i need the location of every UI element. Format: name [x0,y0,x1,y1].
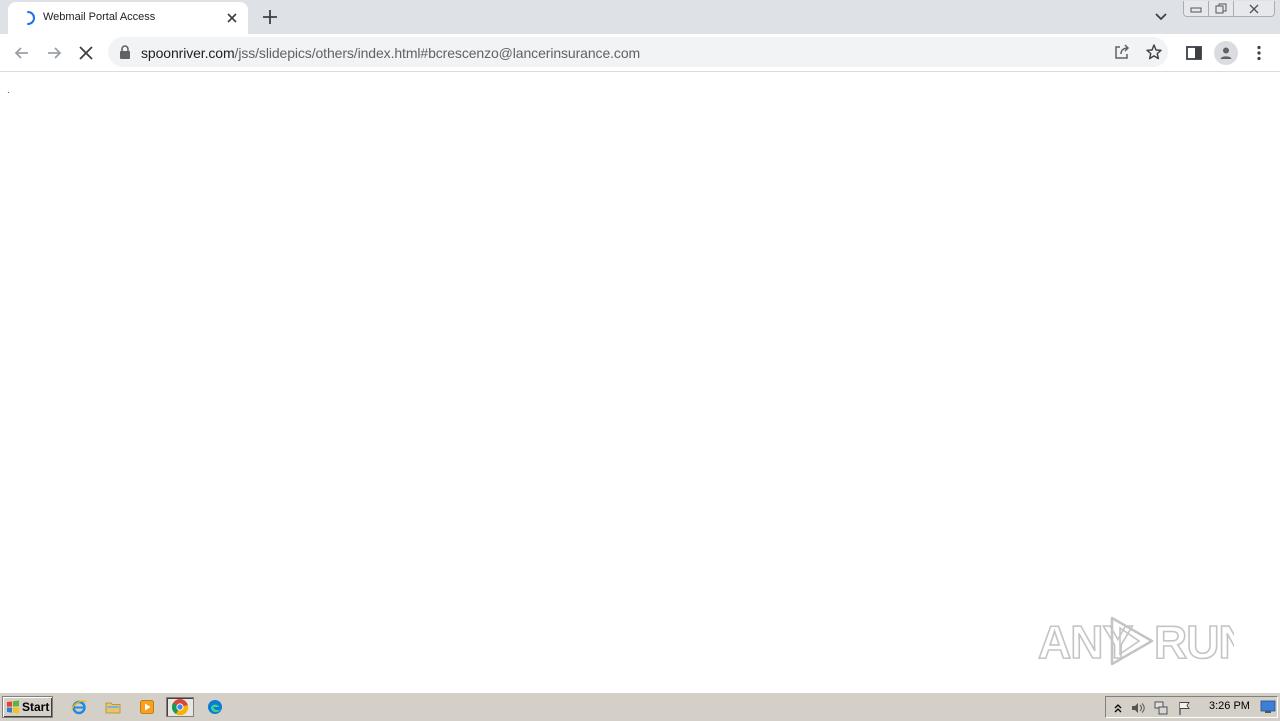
browser-toolbar: spoonriver.com/jss/slidepics/others/inde… [0,34,1280,72]
profile-avatar[interactable] [1214,41,1238,65]
chevron-down-icon[interactable] [1152,9,1170,25]
taskbar-clock[interactable]: 3:26 PM [1209,700,1250,712]
taskbar: Start 3:26 PM [0,692,1280,721]
kebab-menu-icon[interactable] [1249,43,1269,63]
stop-loading-icon[interactable] [76,43,96,63]
url-path: /jss/slidepics/others/index.html#bcresce… [234,45,641,61]
tab-strip: Webmail Portal Access [0,0,1280,34]
bookmark-star-icon[interactable] [1145,43,1163,61]
internet-explorer-icon [71,700,87,715]
svg-text:RUN: RUN [1154,616,1234,668]
start-button[interactable]: Start [2,696,53,718]
show-hidden-icons-icon[interactable] [1110,700,1126,716]
start-label: Start [22,700,50,714]
folder-icon [105,702,121,714]
network-icon[interactable] [1153,700,1169,716]
media-player-icon [140,700,154,714]
close-icon [1249,4,1259,13]
restore-button[interactable] [1208,1,1234,17]
new-tab-icon[interactable] [261,8,279,26]
anyrun-logo-icon: ANY RUN [1037,615,1252,669]
file-explorer-taskbar-button[interactable] [102,697,124,717]
minimize-icon [1190,7,1202,12]
chrome-taskbar-button[interactable] [166,697,194,717]
page-text: . [7,85,10,96]
tab-webmail-portal[interactable]: Webmail Portal Access [8,2,248,34]
restore-icon [1215,3,1227,13]
url-host: spoonriver.com [141,45,235,61]
media-player-taskbar-button[interactable] [136,697,158,717]
address-bar[interactable]: spoonriver.com/jss/slidepics/others/inde… [108,37,1168,67]
action-center-flag-icon[interactable] [1177,700,1193,716]
url-text[interactable]: spoonriver.com/jss/slidepics/others/inde… [141,45,640,61]
forward-arrow-icon[interactable] [44,43,64,63]
close-tab-icon[interactable] [224,10,240,26]
watermark-logo: ANY RUN [1037,610,1252,672]
person-icon [1220,47,1232,59]
windows-logo-icon [7,700,19,714]
page-content: . ANY RUN [0,72,1280,692]
share-icon[interactable] [1113,43,1131,61]
minimize-button[interactable] [1183,1,1209,17]
edge-icon [208,700,222,714]
show-desktop-icon[interactable] [1260,700,1276,714]
chrome-icon [171,699,189,716]
back-arrow-icon[interactable] [12,43,32,63]
edge-taskbar-button[interactable] [204,697,226,717]
loading-spinner-icon [27,11,35,25]
volume-icon[interactable] [1130,700,1146,716]
system-tray: 3:26 PM [1105,696,1278,718]
lock-icon[interactable] [119,45,131,59]
close-window-button[interactable] [1233,1,1275,17]
tab-title: Webmail Portal Access [43,11,156,23]
internet-explorer-taskbar-button[interactable] [68,697,90,717]
side-panel-icon[interactable] [1184,43,1204,63]
